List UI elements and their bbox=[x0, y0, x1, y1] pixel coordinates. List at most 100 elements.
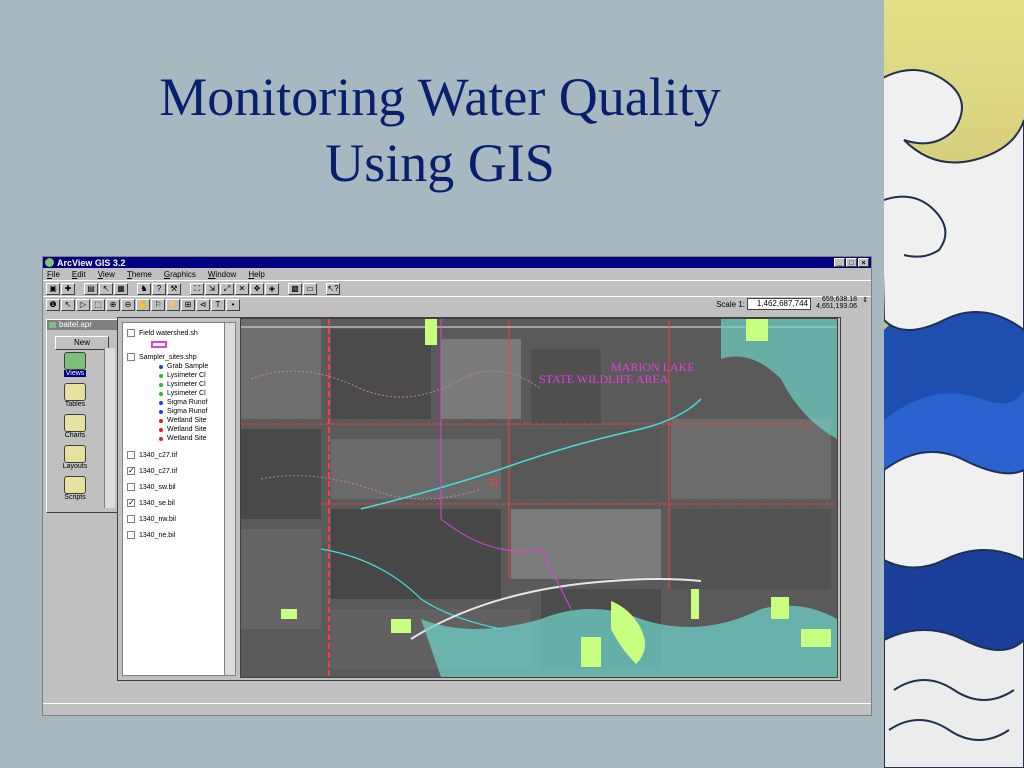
zoom-in-fixed-icon[interactable]: ✕ bbox=[235, 282, 249, 295]
point-symbol-icon bbox=[159, 400, 163, 405]
add-theme-icon[interactable]: ✚ bbox=[61, 282, 75, 295]
theme-entry[interactable]: 1340_ne.bil bbox=[127, 531, 175, 539]
theme-entry[interactable]: Sampler_sites.shp bbox=[127, 353, 197, 361]
theme-entry[interactable]: ✓ 1340_se.bil bbox=[127, 499, 175, 507]
save-icon[interactable]: ▣ bbox=[46, 282, 60, 295]
zoom-previous-icon[interactable]: ◈ bbox=[265, 282, 279, 295]
theme-name: Sampler_sites.shp bbox=[139, 353, 197, 361]
theme-visibility-checkbox[interactable] bbox=[127, 451, 135, 459]
zoom-in-icon[interactable]: ⊕ bbox=[106, 298, 120, 311]
theme-entry[interactable]: 1340_c27.tif bbox=[127, 451, 177, 459]
draw-point-icon[interactable]: • bbox=[226, 298, 240, 311]
scale-control: Scale 1: 1,462,687,744 bbox=[716, 298, 811, 310]
button-bar: ▣ ✚ ▤ ↖ ▦ ♞ ? ⚒ ⛶ ⇲ ⤢ ✕ ✥ ◈ ▩ ▭ ↖? bbox=[43, 280, 871, 296]
point-symbol-icon bbox=[159, 391, 163, 396]
theme-name: 1340_sw.bil bbox=[139, 483, 176, 491]
theme-visibility-checkbox[interactable] bbox=[127, 515, 135, 523]
theme-name: 1340_se.bil bbox=[139, 499, 175, 507]
find-icon[interactable]: ♞ bbox=[137, 282, 151, 295]
menu-file[interactable]: File bbox=[47, 270, 60, 279]
hotlink-icon[interactable]: ⚡ bbox=[166, 298, 180, 311]
help-icon[interactable]: ↖? bbox=[326, 282, 340, 295]
project-item-label: Charts bbox=[64, 432, 86, 439]
menu-graphics[interactable]: Graphics bbox=[164, 270, 196, 279]
point-symbol-icon bbox=[159, 427, 163, 432]
pointer-icon[interactable]: ↖ bbox=[61, 298, 75, 311]
project-item-label: Scripts bbox=[64, 494, 86, 501]
text-tool-icon[interactable]: T bbox=[211, 298, 225, 311]
edit-legend-icon[interactable]: ↖ bbox=[99, 282, 113, 295]
menu-view[interactable]: View bbox=[98, 270, 115, 279]
theme-visibility-checkbox[interactable]: ✓ bbox=[127, 499, 135, 507]
locate-icon[interactable]: ⚒ bbox=[167, 282, 181, 295]
theme-entry[interactable]: 1340_sw.bil bbox=[127, 483, 176, 491]
close-button[interactable]: × bbox=[858, 258, 869, 267]
theme-name: 1340_nw.bil bbox=[139, 515, 176, 523]
theme-visibility-checkbox[interactable] bbox=[127, 483, 135, 491]
theme-visibility-checkbox[interactable] bbox=[127, 329, 135, 337]
zoom-selected-icon[interactable]: ⤢ bbox=[220, 282, 234, 295]
menu-bar: File Edit View Theme Graphics Window Hel… bbox=[43, 268, 871, 280]
clear-selection-icon[interactable]: ▭ bbox=[303, 282, 317, 295]
legend-item: Sigma Runof bbox=[159, 399, 207, 406]
query-icon[interactable]: ? bbox=[152, 282, 166, 295]
project-window: baitel.apr New Views Tables Charts Layou… bbox=[46, 319, 118, 513]
legend-item: Wetland Site bbox=[159, 435, 207, 442]
map-display[interactable]: MARION LAKE STATE WILDLIFE AREA bbox=[240, 318, 838, 678]
pan-icon[interactable]: ✋ bbox=[136, 298, 150, 311]
theme-name: 1340_ne.bil bbox=[139, 531, 176, 539]
slide-title-line1: Monitoring Water Quality bbox=[159, 67, 721, 127]
theme-properties-icon[interactable]: ▤ bbox=[84, 282, 98, 295]
project-item-scripts[interactable]: Scripts bbox=[55, 476, 95, 507]
legend-label: Grab Sample bbox=[167, 363, 209, 370]
menu-edit[interactable]: Edit bbox=[72, 270, 86, 279]
project-item-layouts[interactable]: Layouts bbox=[55, 445, 95, 476]
toc-scrollbar[interactable] bbox=[224, 323, 235, 675]
menu-window[interactable]: Window bbox=[208, 270, 236, 279]
point-symbol-icon bbox=[159, 436, 163, 441]
area-of-interest-icon[interactable]: ⊞ bbox=[181, 298, 195, 311]
minimize-button[interactable]: _ bbox=[834, 258, 845, 267]
point-symbol-icon bbox=[159, 418, 163, 423]
legend-label: Lysimeter Cl bbox=[167, 390, 206, 397]
open-table-icon[interactable]: ▦ bbox=[114, 282, 128, 295]
select-feature-icon[interactable]: ⬚ bbox=[91, 298, 105, 311]
theme-entry[interactable]: ✓ 1340_c27.tif bbox=[127, 467, 177, 475]
project-item-tables[interactable]: Tables bbox=[55, 383, 95, 414]
theme-visibility-checkbox[interactable] bbox=[127, 353, 135, 361]
label-icon[interactable]: ⊲ bbox=[196, 298, 210, 311]
maximize-button[interactable]: □ bbox=[846, 258, 857, 267]
theme-visibility-checkbox[interactable]: ✓ bbox=[127, 467, 135, 475]
zoom-active-icon[interactable]: ⇲ bbox=[205, 282, 219, 295]
theme-visibility-checkbox[interactable] bbox=[127, 531, 135, 539]
project-item-views[interactable]: Views bbox=[55, 352, 95, 383]
zoom-out-icon[interactable]: ⊖ bbox=[121, 298, 135, 311]
wave-decoration bbox=[884, 0, 1024, 768]
project-scrollbar[interactable] bbox=[104, 348, 115, 508]
globe-icon bbox=[45, 258, 54, 267]
new-button[interactable]: New bbox=[55, 336, 109, 350]
identify-icon[interactable]: ❶ bbox=[46, 298, 60, 311]
slide-title-line2: Using GIS bbox=[325, 133, 555, 193]
menu-theme[interactable]: Theme bbox=[127, 270, 152, 279]
theme-name: 1340_c27.tif bbox=[139, 467, 178, 475]
select-features-icon[interactable]: ▩ bbox=[288, 282, 302, 295]
legend-label: Sigma Runof bbox=[167, 399, 208, 406]
project-item-label: Layouts bbox=[62, 463, 88, 470]
scripts-icon bbox=[64, 476, 86, 494]
zoom-out-fixed-icon[interactable]: ✥ bbox=[250, 282, 264, 295]
theme-entry[interactable]: Field watershed.sh bbox=[127, 329, 198, 337]
project-item-charts[interactable]: Charts bbox=[55, 414, 95, 445]
theme-entry[interactable]: 1340_nw.bil bbox=[127, 515, 176, 523]
legend-item: Lysimeter Cl bbox=[159, 372, 206, 379]
scale-input[interactable]: 1,462,687,744 bbox=[747, 298, 811, 310]
window-title: ArcView GIS 3.2 bbox=[57, 257, 126, 268]
legend-label: Lysimeter Cl bbox=[167, 372, 206, 379]
measure-icon[interactable]: ⚐ bbox=[151, 298, 165, 311]
menu-help[interactable]: Help bbox=[248, 270, 264, 279]
legend-label: Sigma Runof bbox=[167, 408, 208, 415]
project-title[interactable]: baitel.apr bbox=[47, 320, 117, 330]
zoom-full-icon[interactable]: ⛶ bbox=[190, 282, 204, 295]
window-titlebar[interactable]: ArcView GIS 3.2 _ □ × bbox=[43, 257, 871, 268]
vertex-edit-icon[interactable]: ▷ bbox=[76, 298, 90, 311]
